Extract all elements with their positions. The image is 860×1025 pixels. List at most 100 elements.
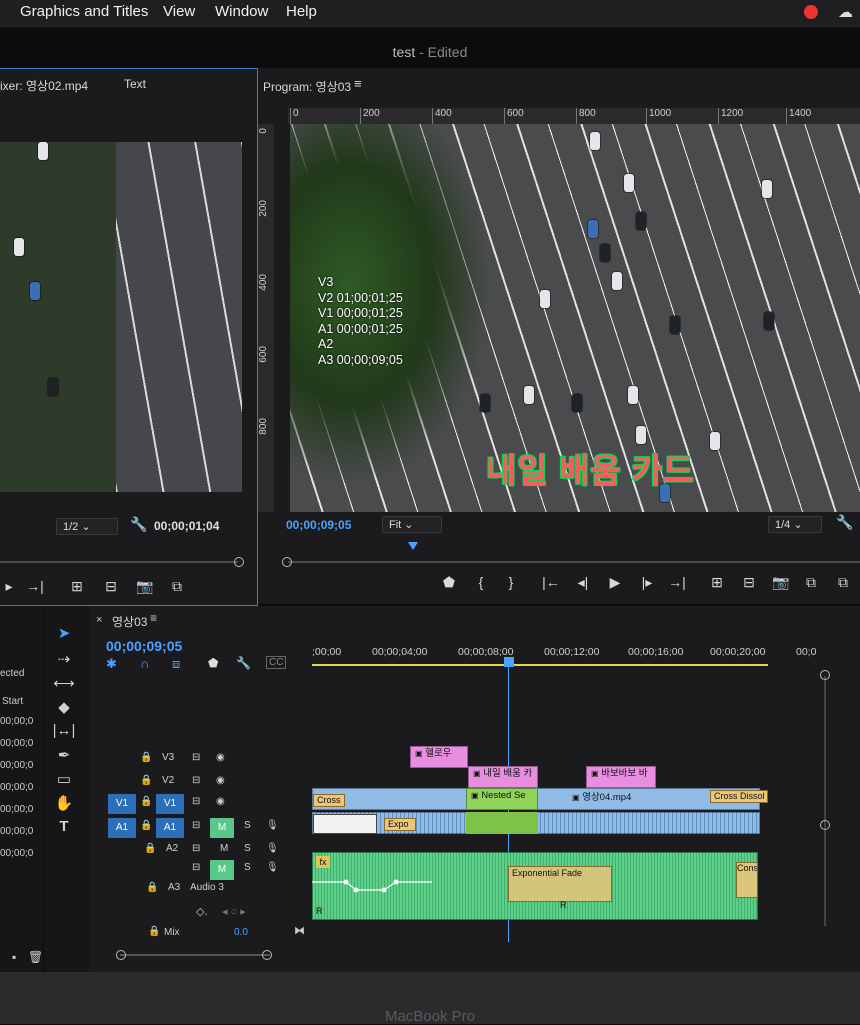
source-patch-a1[interactable]: A1 — [108, 818, 136, 838]
lock-icon[interactable]: 🔒 — [140, 796, 152, 807]
lock-icon[interactable]: 🔒 — [146, 882, 158, 893]
voiceover-mic-icon[interactable]: 🎙 — [266, 862, 279, 873]
program-tab[interactable]: Program: 영상03 — [263, 78, 351, 95]
timeline-ruler[interactable]: ;00;00 00;00;04;00 00;00;08;00 00;00;12;… — [312, 646, 832, 670]
add-marker-icon[interactable]: ⬟ — [440, 574, 458, 591]
sync-lock-icon[interactable]: ⊟ — [192, 843, 200, 854]
insert-icon[interactable]: ⊞ — [68, 578, 86, 595]
eye-icon[interactable]: ◉ — [216, 775, 225, 786]
sync-lock-icon[interactable]: ⊟ — [192, 752, 200, 763]
program-timecode[interactable]: 00;00;09;05 — [286, 518, 351, 532]
slip-tool-icon[interactable]: |↔| — [52, 722, 76, 739]
sequence-tab[interactable]: 영상03 — [112, 613, 147, 630]
transition-expo[interactable]: Expo — [384, 818, 416, 831]
vscroll-handle-bottom[interactable] — [820, 820, 830, 830]
overwrite-icon[interactable]: ⊟ — [102, 578, 120, 595]
project-item-start[interactable]: 00;00;0 — [0, 716, 33, 727]
sync-lock-icon[interactable]: ⊟ — [192, 862, 200, 873]
source-resolution-dropdown[interactable]: 1/2 ⌄ — [56, 518, 118, 535]
type-tool-icon[interactable]: T — [52, 818, 76, 835]
selection-tool-icon[interactable]: ➤ — [52, 624, 76, 642]
project-item-start[interactable]: 00;00;0 — [0, 760, 33, 771]
transition-exponential-fade[interactable]: Exponential Fade — [508, 866, 612, 902]
project-item-start[interactable]: 00;00;0 — [0, 738, 33, 749]
voiceover-mic-icon[interactable]: 🎙 — [266, 820, 279, 831]
lock-icon[interactable]: 🔒 — [144, 843, 156, 854]
track-target-v1[interactable]: V1 — [156, 794, 184, 814]
source-scrub-end-handle[interactable] — [234, 557, 244, 567]
track-target-a1[interactable]: A1 — [156, 818, 184, 838]
play-icon[interactable]: ▶ — [606, 574, 624, 591]
volume-keyframe-line[interactable] — [312, 870, 432, 900]
track-select-tool-icon[interactable]: ⇢ — [52, 650, 76, 668]
program-scrub-start-handle[interactable] — [282, 557, 292, 567]
playhead-marker[interactable] — [408, 542, 418, 550]
source-tab[interactable]: ixer: 영상02.mp4 — [0, 77, 88, 94]
rectangle-tool-icon[interactable]: ▭ — [52, 770, 76, 788]
clip-v1-nested[interactable]: ▣ Nested Se — [466, 788, 538, 810]
mark-in-icon[interactable]: { — [472, 574, 490, 590]
captions-icon[interactable]: CC — [266, 656, 287, 669]
go-to-out-icon[interactable]: →| — [26, 578, 44, 594]
button-editor-icon[interactable]: ⧉ — [834, 574, 852, 591]
hand-tool-icon[interactable]: ✋ — [52, 794, 76, 812]
playhead-handle[interactable] — [504, 657, 514, 667]
go-to-in-icon[interactable]: |← — [542, 574, 560, 590]
text-tab[interactable]: Text — [124, 77, 146, 91]
timeline-timecode[interactable]: 00;00;09;05 — [106, 638, 182, 654]
linked-selection-icon[interactable]: ⧈ — [172, 656, 180, 672]
title-graphic[interactable]: 내일 배움 카드 — [486, 444, 695, 492]
panel-menu-icon[interactable]: ≡ — [150, 611, 157, 625]
program-scrubber[interactable] — [288, 561, 860, 563]
razor-tool-icon[interactable]: ◆ — [52, 698, 76, 716]
track-name[interactable]: Audio 3 — [190, 882, 224, 893]
button-editor-icon[interactable]: ⧉ — [168, 578, 186, 595]
mix-value[interactable]: 0.0 — [234, 927, 248, 938]
clip-a1-nested[interactable] — [466, 812, 538, 834]
lift-icon[interactable]: ⊞ — [708, 574, 726, 591]
sync-lock-icon[interactable]: ⊟ — [192, 775, 200, 786]
sync-lock-icon[interactable]: ⊟ — [192, 820, 200, 831]
step-forward-icon[interactable]: |▸ — [638, 574, 656, 591]
close-icon[interactable]: × — [96, 614, 102, 626]
zoom-dropdown[interactable]: Fit ⌄ — [382, 516, 442, 533]
creative-cloud-icon[interactable]: ☁ — [838, 3, 853, 21]
mute-button[interactable]: M — [210, 818, 234, 838]
menu-view[interactable]: View — [163, 3, 195, 20]
source-patch-v1[interactable]: V1 — [108, 794, 136, 814]
eye-icon[interactable]: ◉ — [216, 796, 225, 807]
keyframe-toggle-icon[interactable]: ◇. — [196, 905, 208, 918]
lock-icon[interactable]: 🔒 — [140, 820, 152, 831]
keyframe-nav-icon[interactable]: ◂ ○ ▸ — [222, 905, 246, 918]
export-frame-icon[interactable]: 📷 — [136, 578, 154, 595]
mute-button[interactable]: M — [220, 843, 228, 854]
mark-out-icon[interactable]: } — [502, 574, 520, 590]
step-forward-icon[interactable]: ▸ — [0, 578, 18, 595]
vscroll-handle-top[interactable] — [820, 670, 830, 680]
transition-cross-dissolve[interactable]: Cross Dissol — [710, 790, 768, 803]
comparison-view-icon[interactable]: ⧉ — [802, 574, 820, 591]
wrench-icon[interactable]: 🔧 — [130, 516, 147, 533]
clip-v3-title[interactable]: ▣ 헬로우 — [410, 746, 468, 768]
wrench-icon[interactable]: 🔧 — [836, 514, 853, 531]
mute-button[interactable]: M — [210, 860, 234, 880]
go-to-out-icon[interactable]: →| — [668, 574, 686, 590]
voiceover-mic-icon[interactable]: 🎙 — [266, 843, 279, 854]
source-scrubber[interactable] — [0, 561, 238, 563]
project-item-start[interactable]: 00;00;0 — [0, 804, 33, 815]
timeline-settings-icon[interactable]: 🔧 — [236, 656, 251, 670]
extract-icon[interactable]: ⊟ — [740, 574, 758, 591]
solo-button[interactable]: S — [244, 862, 251, 873]
ripple-edit-tool-icon[interactable]: ⟷ — [52, 674, 76, 692]
clip-v2-title-1[interactable]: ▣ 내일 배움 카 — [468, 766, 538, 788]
trash-icon[interactable]: 🗑 — [28, 950, 43, 964]
transition-cross[interactable]: Cross — [313, 794, 345, 807]
panel-menu-icon[interactable]: ≡ — [354, 76, 362, 91]
fx-badge[interactable]: fx — [316, 856, 330, 868]
scrollbar-handle-right[interactable] — [262, 950, 272, 960]
record-status-icon[interactable] — [804, 5, 818, 19]
menu-graphics-and-titles[interactable]: Graphics and Titles — [20, 3, 148, 20]
work-area-bar[interactable] — [312, 664, 768, 666]
clip-a1-white[interactable] — [313, 814, 377, 834]
transition-constant-power[interactable]: Cons — [736, 862, 758, 898]
